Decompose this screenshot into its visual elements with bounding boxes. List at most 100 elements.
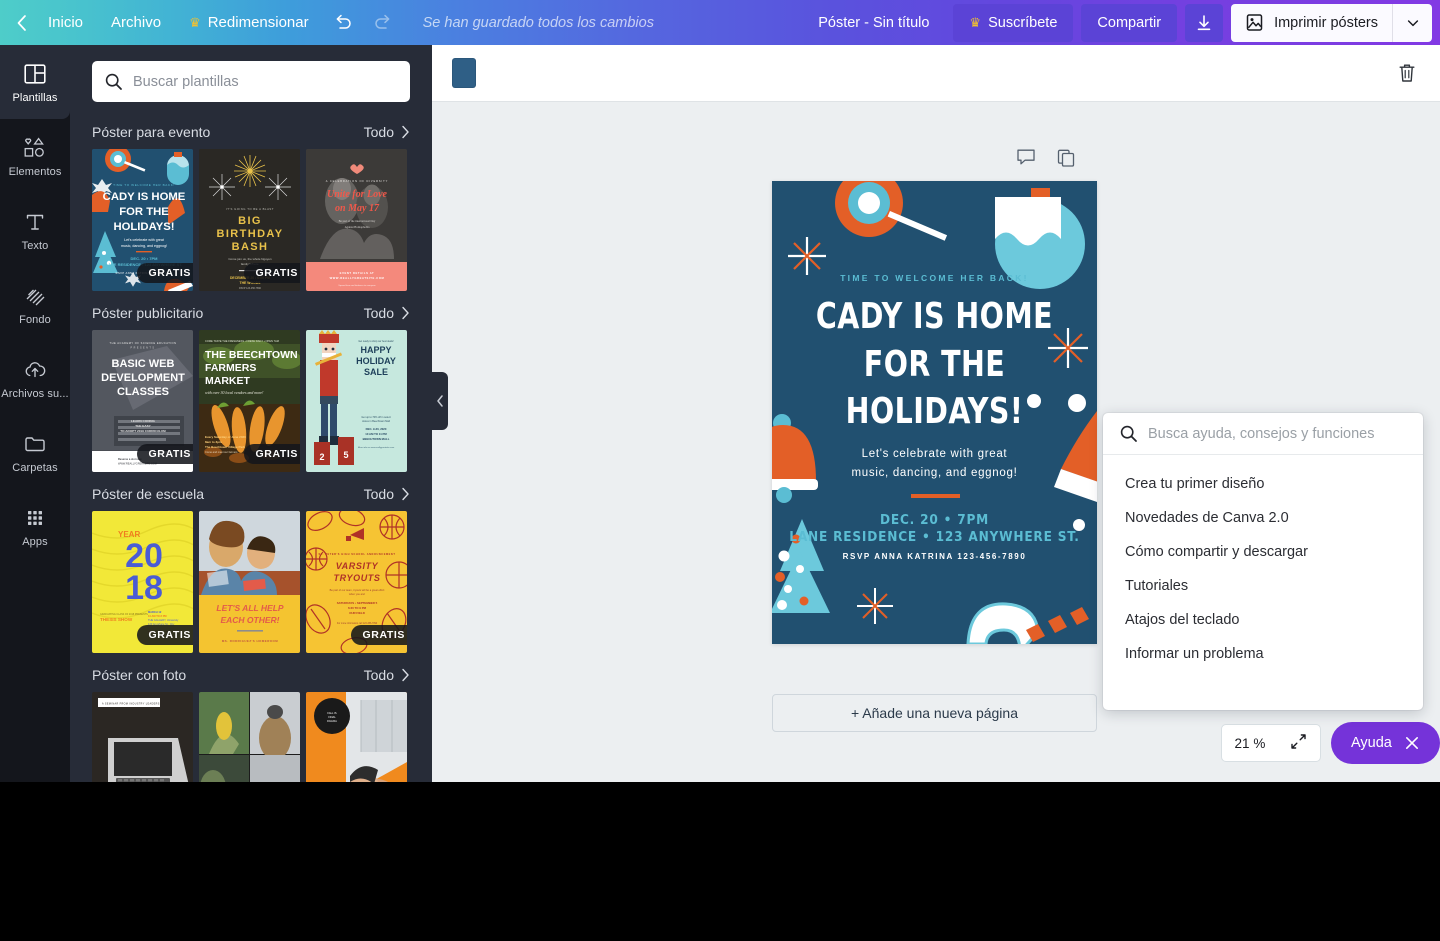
help-button-label: Ayuda — [1351, 735, 1392, 751]
help-item-como-compartir-descargar[interactable]: Cómo compartir y descargar — [1103, 535, 1423, 569]
template-thumb-laptop-photo-poster[interactable]: A SEMINAR FROM INDUSTRY LEADERS — [92, 692, 193, 782]
category-see-all[interactable]: Todo — [364, 667, 410, 683]
svg-text:THE ACADEMY OF SCIENCE EDUCATI: THE ACADEMY OF SCIENCE EDUCATION — [110, 341, 177, 345]
close-x-icon — [1405, 737, 1418, 749]
svg-text:Come join us, the whole Nguyen: Come join us, the whole Nguyen — [228, 257, 272, 261]
svg-text:Unite for Love: Unite for Love — [327, 189, 388, 200]
template-thumb-the-beechtown-farmers-market[interactable]: COME TASTE THE FRESHNESS • FRESH DAILY •… — [199, 330, 300, 472]
templates-scroll[interactable]: Póster para evento Todo TIME TO WELCOME … — [70, 110, 432, 782]
help-search-wrap[interactable] — [1103, 413, 1423, 455]
help-item-informar-un-problema[interactable]: Informar un problema — [1103, 637, 1423, 671]
template-thumb-unite-for-love-on-may-17[interactable]: A CELEBRATION OF DIVERSITY Unite for Lov… — [306, 149, 407, 291]
svg-text:Every Saturday of June 2020: Every Saturday of June 2020 — [205, 435, 246, 439]
sidebar-item-elementos[interactable]: Elementos — [0, 119, 70, 193]
subscribe-button[interactable]: ♛ Suscríbete — [953, 3, 1074, 42]
sidebar-item-label: Carpetas — [12, 461, 58, 474]
poster-title-line2: FOR THE — [863, 343, 1006, 385]
category-title: Póster de escuela — [92, 486, 205, 502]
svg-text:DEC. 20 • 7PM: DEC. 20 • 7PM — [131, 256, 159, 261]
template-thumb-cady-is-home-for-the-holidays[interactable]: TIME TO WELCOME HER BACK! CADY IS HOME F… — [92, 149, 193, 291]
see-all-label: Todo — [363, 124, 394, 140]
svg-text:EVENT DETAILS AT: EVENT DETAILS AT — [340, 271, 375, 275]
fit-to-screen-button[interactable] — [1290, 733, 1307, 753]
sidebar-item-texto[interactable]: Texto — [0, 193, 70, 267]
sidebar-item-apps[interactable]: Apps — [0, 489, 70, 563]
svg-text:Against Homophobia: Against Homophobia — [345, 225, 371, 229]
chevron-left-icon — [17, 14, 26, 31]
template-thumb-orange-photo-poster[interactable]: FALL IS FINAL FIGURA — [306, 692, 407, 782]
svg-text:10 AM TO 8 PM: 10 AM TO 8 PM — [148, 614, 167, 618]
svg-text:CLASSES: CLASSES — [117, 386, 169, 398]
subscribe-label: Suscríbete — [988, 14, 1058, 31]
menu-archivo[interactable]: Archivo — [97, 0, 175, 45]
svg-text:A CELEBRATION OF DIVERSITY: A CELEBRATION OF DIVERSITY — [326, 179, 389, 183]
search-input[interactable] — [133, 73, 398, 90]
template-thumb-happy-holiday-sale[interactable]: 5 2 Get ready to shop our best deals! HA… — [306, 330, 407, 472]
free-badge: GRATIS — [350, 625, 407, 645]
back-button[interactable] — [0, 0, 34, 45]
print-posters-dropdown[interactable] — [1392, 3, 1432, 42]
chevron-right-icon — [402, 487, 409, 501]
duplicate-page-button[interactable] — [1056, 148, 1076, 173]
svg-text:Let's celebrate with great: Let's celebrate with great — [124, 238, 164, 242]
svg-text:DEC. 9-30, 2020: DEC. 9-30, 2020 — [366, 427, 387, 431]
svg-text:2: 2 — [319, 452, 324, 462]
svg-text:FINAL: FINAL — [328, 715, 336, 719]
sidebar-item-label: Plantillas — [12, 91, 58, 104]
template-thumb-collage-photo-poster[interactable] — [199, 692, 300, 782]
svg-text:CADY IS HOME: CADY IS HOME — [103, 191, 186, 203]
svg-text:Come and meet our farmers: Come and meet our farmers — [205, 450, 238, 454]
svg-text:BEECHTOWN MALL: BEECHTOWN MALL — [363, 437, 390, 441]
help-item-novedades-de-canva[interactable]: Novedades de Canva 2.0 — [1103, 501, 1423, 535]
zoom-level-value[interactable]: 21 % — [1235, 736, 1266, 751]
page-color-swatch[interactable] — [452, 58, 476, 88]
collapse-panel-handle[interactable] — [432, 372, 448, 430]
sidebar-item-plantillas[interactable]: Plantillas — [0, 45, 70, 119]
help-item-atajos-del-teclado[interactable]: Atajos del teclado — [1103, 603, 1423, 637]
sidebar-item-label: Elementos — [8, 165, 62, 178]
svg-text:5: 5 — [343, 450, 348, 460]
svg-text:GRADUATING CLASS OF 2018 PRESE: GRADUATING CLASS OF 2018 PRESENTS — [100, 613, 148, 616]
category-see-all[interactable]: Todo — [364, 305, 410, 321]
delete-page-button[interactable] — [1394, 60, 1420, 86]
templates-searchbox[interactable] — [92, 61, 410, 102]
share-button[interactable]: Compartir — [1081, 3, 1178, 42]
template-thumb-year-2018-thesis-show[interactable]: YEAR 20 18 GRADUATING CLASS OF 2018 PRES… — [92, 511, 193, 653]
poster-date-time: DEC. 20 • 7PM — [879, 512, 990, 528]
poster-canvas[interactable]: TIME TO WELCOME HER BACK! CADY IS HOME F… — [772, 181, 1097, 644]
see-all-label: Todo — [363, 305, 394, 321]
menu-inicio[interactable]: Inicio — [34, 0, 97, 45]
category-see-all[interactable]: Todo — [364, 124, 410, 140]
print-posters-group: Imprimir pósters — [1231, 3, 1432, 42]
sidebar-item-label: Archivos su... — [1, 387, 69, 400]
add-comment-button[interactable] — [1016, 148, 1036, 173]
template-thumb-varsity-tryouts[interactable]: ST. PETER'S HIGH SCHOOL ANNOUNCEMENT VAR… — [306, 511, 407, 653]
help-item-crea-tu-primer-diseno[interactable]: Crea tu primer diseño — [1103, 467, 1423, 501]
sidebar-item-fondo[interactable]: Fondo — [0, 267, 70, 341]
undo-button[interactable] — [323, 0, 363, 45]
redo-button[interactable] — [363, 0, 403, 45]
svg-text:EACH OTHER!: EACH OTHER! — [220, 615, 279, 625]
template-thumb-big-birthday-bash[interactable]: IT'S GOING TO BE A BLAST BIG BIRTHDAY BA… — [199, 149, 300, 291]
category-see-all[interactable]: Todo — [364, 486, 410, 502]
add-new-page-button[interactable]: + Añade una nueva página — [772, 694, 1097, 732]
help-search-input[interactable] — [1148, 425, 1407, 442]
chevron-down-icon — [1407, 19, 1418, 26]
help-item-tutoriales[interactable]: Tutoriales — [1103, 569, 1423, 603]
sidebar-item-carpetas[interactable]: Carpetas — [0, 415, 70, 489]
share-label: Compartir — [1097, 14, 1162, 31]
print-posters-button[interactable]: Imprimir pósters — [1231, 4, 1392, 42]
download-button[interactable] — [1185, 3, 1224, 42]
template-thumb-basic-web-development-classes[interactable]: THE ACADEMY OF SCIENCE EDUCATION PRESENT… — [92, 330, 193, 472]
svg-text:The Beechtown Village Park: The Beechtown Village Park — [205, 445, 245, 449]
sidebar-item-archivos-subidos[interactable]: Archivos su... — [0, 341, 70, 415]
menu-redimensionar[interactable]: ♛ Redimensionar — [175, 0, 323, 45]
svg-text:BIRTHDAY: BIRTHDAY — [216, 228, 283, 240]
svg-text:Spread love and kindness to ev: Spread love and kindness to everyone — [338, 284, 376, 287]
template-thumb-lets-all-help-each-other[interactable]: LET'S ALL HELP EACH OTHER! MS. RODRIGUEZ… — [199, 511, 300, 653]
document-title[interactable]: Póster - Sin título — [818, 15, 929, 31]
menu-redimensionar-label: Redimensionar — [207, 14, 309, 31]
help-button[interactable]: Ayuda — [1331, 722, 1440, 764]
svg-text:THE EASY: THE EASY — [135, 424, 151, 428]
poster-subtitle-line1: Let's celebrate with great — [861, 448, 1008, 460]
